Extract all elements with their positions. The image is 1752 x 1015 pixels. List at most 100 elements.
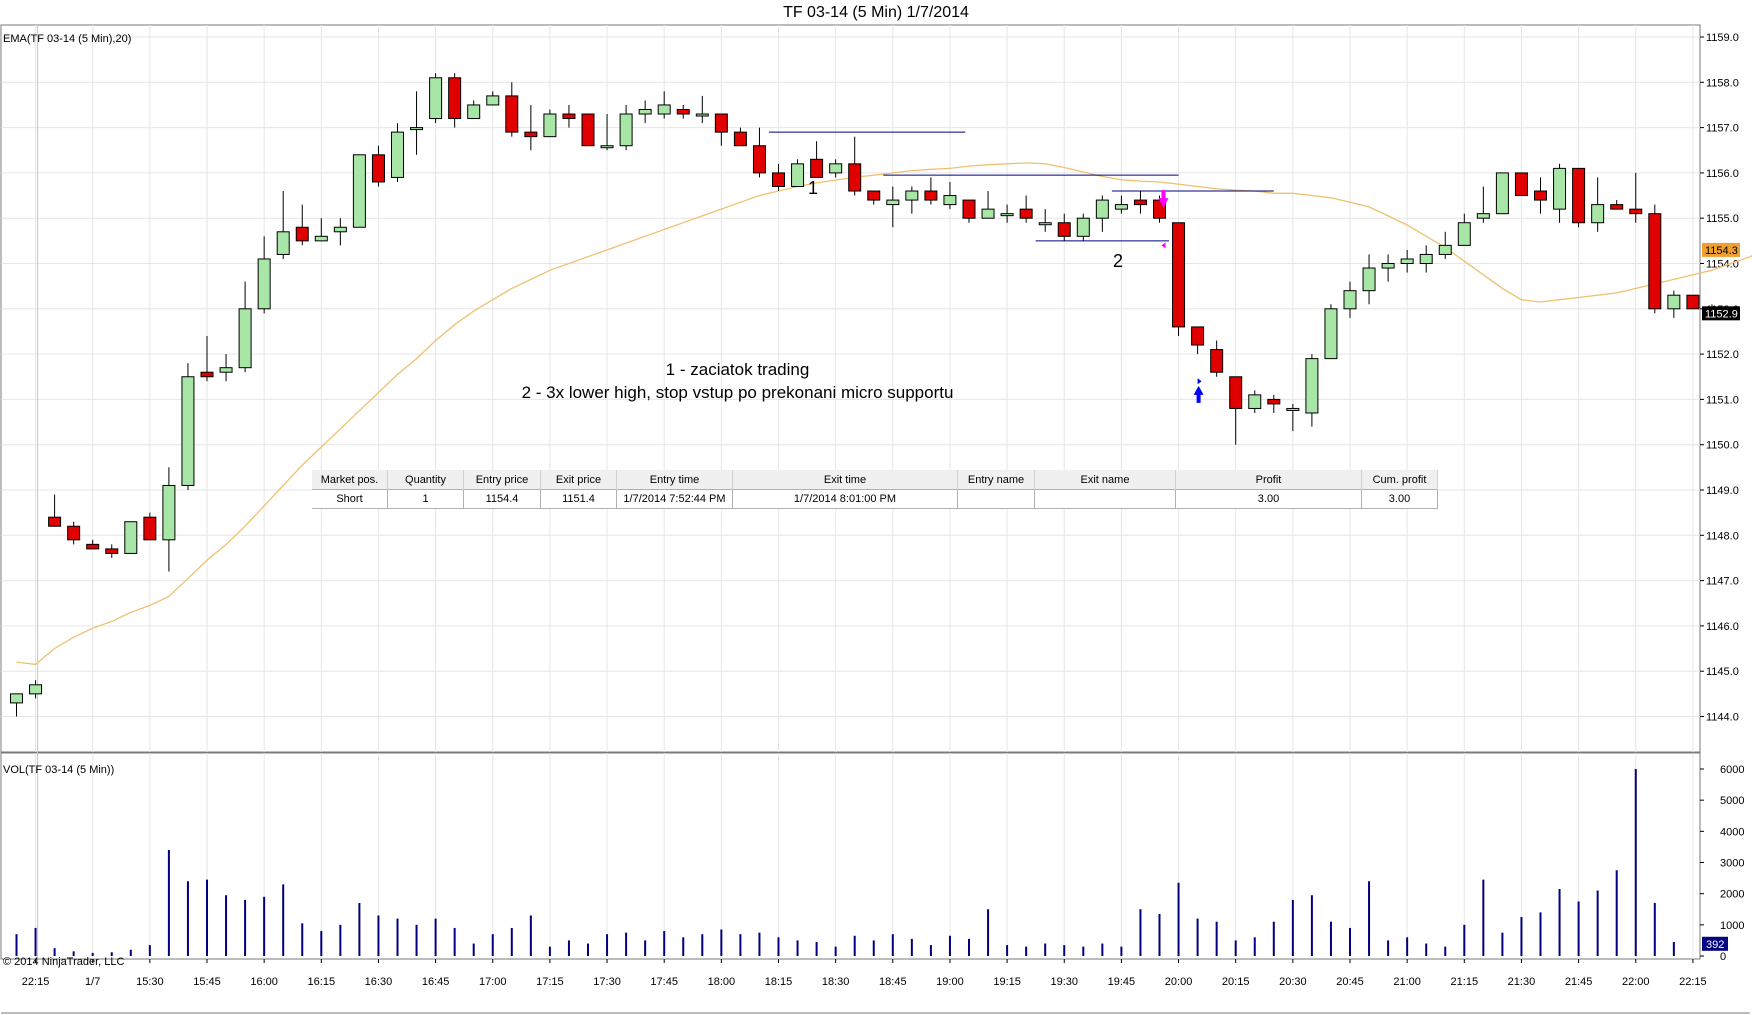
candle-down: [676, 108, 690, 115]
volume-tick-label: 4000: [1720, 826, 1744, 838]
candle-up: [1591, 204, 1605, 224]
candle-up: [1076, 217, 1090, 237]
candle-up: [1248, 394, 1262, 409]
volume-panel-frame: [0, 752, 1701, 960]
time-tick-label: 22:00: [1622, 976, 1650, 988]
candle-down: [1191, 326, 1205, 346]
candle-up: [10, 693, 23, 704]
col-profit[interactable]: Profit: [1175, 470, 1362, 490]
candle-down: [581, 113, 595, 147]
col-exit-price[interactable]: Exit price: [540, 470, 617, 490]
table-row[interactable]: Short 1 1154.4 1151.4 1/7/2014 7:52:44 P…: [312, 489, 1438, 509]
cell-exit-name: [1034, 489, 1176, 509]
volume-tick-label: 6000: [1720, 764, 1744, 776]
time-tick-label: 19:45: [1108, 976, 1136, 988]
candle-down: [105, 548, 119, 554]
candle-up: [1457, 222, 1471, 246]
col-entry-price[interactable]: Entry price: [463, 470, 541, 490]
col-market-pos[interactable]: Market pos.: [312, 470, 388, 490]
col-quantity[interactable]: Quantity: [387, 470, 464, 490]
time-tick-label: 20:15: [1222, 976, 1250, 988]
candle-down: [200, 371, 214, 378]
candle-down: [1210, 349, 1224, 373]
trade-performance-table[interactable]: Market pos. Quantity Entry price Exit pr…: [312, 470, 1438, 509]
candle-down: [714, 113, 728, 133]
candle-up: [791, 163, 805, 187]
candle-up: [276, 231, 290, 255]
time-tick-label: 18:45: [879, 976, 907, 988]
cell-cum-profit: 3.00: [1361, 489, 1438, 509]
price-tick-label: 1157.0: [1706, 123, 1739, 135]
candle-up: [1400, 258, 1414, 265]
candle-up: [1553, 167, 1567, 210]
candle-up: [352, 154, 366, 228]
last-volume-tag-label: 392: [1706, 939, 1724, 951]
candle-up: [695, 113, 709, 117]
time-tick-label: 21:15: [1451, 976, 1479, 988]
time-tick-label: 17:30: [593, 976, 621, 988]
candle-down: [295, 226, 309, 242]
candle-up: [1667, 294, 1681, 310]
candle-up: [124, 521, 138, 554]
time-tick-label: 20:45: [1336, 976, 1364, 988]
copyright-text: © 2014 NinjaTrader, LLC: [3, 956, 125, 968]
time-tick-label: 18:00: [708, 976, 736, 988]
candle-up: [1419, 253, 1433, 265]
time-tick-label: 18:15: [765, 976, 793, 988]
candle-up: [1476, 213, 1490, 219]
price-tick-label: 1158.0: [1706, 77, 1739, 89]
candle-down: [67, 525, 81, 541]
price-panel-label: EMA(TF 03-14 (5 Min),20): [3, 33, 132, 45]
price-tick-label: 1154.0: [1706, 259, 1739, 271]
candle-up: [467, 104, 481, 120]
price-tick-label: 1146.0: [1706, 621, 1739, 633]
candle-up: [1038, 222, 1052, 226]
time-tick-label: 21:45: [1565, 976, 1593, 988]
ema-price-tag-label: 1154.3: [1705, 245, 1738, 257]
col-cum-profit[interactable]: Cum. profit: [1361, 470, 1438, 490]
candle-up: [829, 163, 843, 174]
price-tick-label: 1147.0: [1706, 576, 1739, 588]
annotation-line-2: 2 - 3x lower high, stop vstup po prekona…: [521, 383, 954, 402]
candle-up: [1000, 213, 1014, 217]
candle-up: [1438, 244, 1452, 255]
candle-up: [1305, 358, 1319, 414]
time-tick-label: 20:30: [1279, 976, 1307, 988]
cell-quantity: 1: [387, 489, 464, 509]
col-exit-name[interactable]: Exit name: [1034, 470, 1176, 490]
cell-entry-name: [957, 489, 1035, 509]
price-tick-label: 1149.0: [1706, 485, 1739, 497]
candle-up: [1324, 308, 1338, 360]
candle-down: [1057, 222, 1071, 237]
volume-tick-label: 3000: [1720, 858, 1744, 870]
col-entry-time[interactable]: Entry time: [616, 470, 733, 490]
candle-down: [962, 199, 976, 219]
candle-down: [86, 543, 100, 550]
price-tick-label: 1148.0: [1706, 530, 1739, 542]
candle-up: [29, 684, 43, 695]
price-tick-label: 1156.0: [1706, 168, 1739, 180]
candle-down: [733, 131, 747, 147]
candle-up: [181, 376, 195, 486]
cell-exit-price: 1151.4: [540, 489, 617, 509]
col-entry-name[interactable]: Entry name: [957, 470, 1035, 490]
time-tick-label: 22:15: [22, 976, 50, 988]
candle-up: [619, 113, 633, 147]
candle-down: [772, 172, 785, 187]
candle-up: [257, 258, 271, 310]
candle-down: [867, 190, 881, 201]
candle-down: [371, 154, 385, 183]
candle-up: [410, 127, 424, 131]
candle-up: [1362, 267, 1376, 292]
candle-up: [238, 308, 252, 369]
candle-up: [429, 77, 443, 120]
col-exit-time[interactable]: Exit time: [732, 470, 958, 490]
time-tick-label: 16:30: [365, 976, 393, 988]
candle-down: [562, 113, 576, 120]
time-tick-label: 17:45: [650, 976, 678, 988]
time-tick-label: 16:00: [250, 976, 278, 988]
time-tick-label: 16:45: [422, 976, 450, 988]
candle-down: [1133, 199, 1147, 206]
last-price-tag-label: 1152.9: [1705, 308, 1738, 320]
candle-down: [1610, 204, 1624, 210]
